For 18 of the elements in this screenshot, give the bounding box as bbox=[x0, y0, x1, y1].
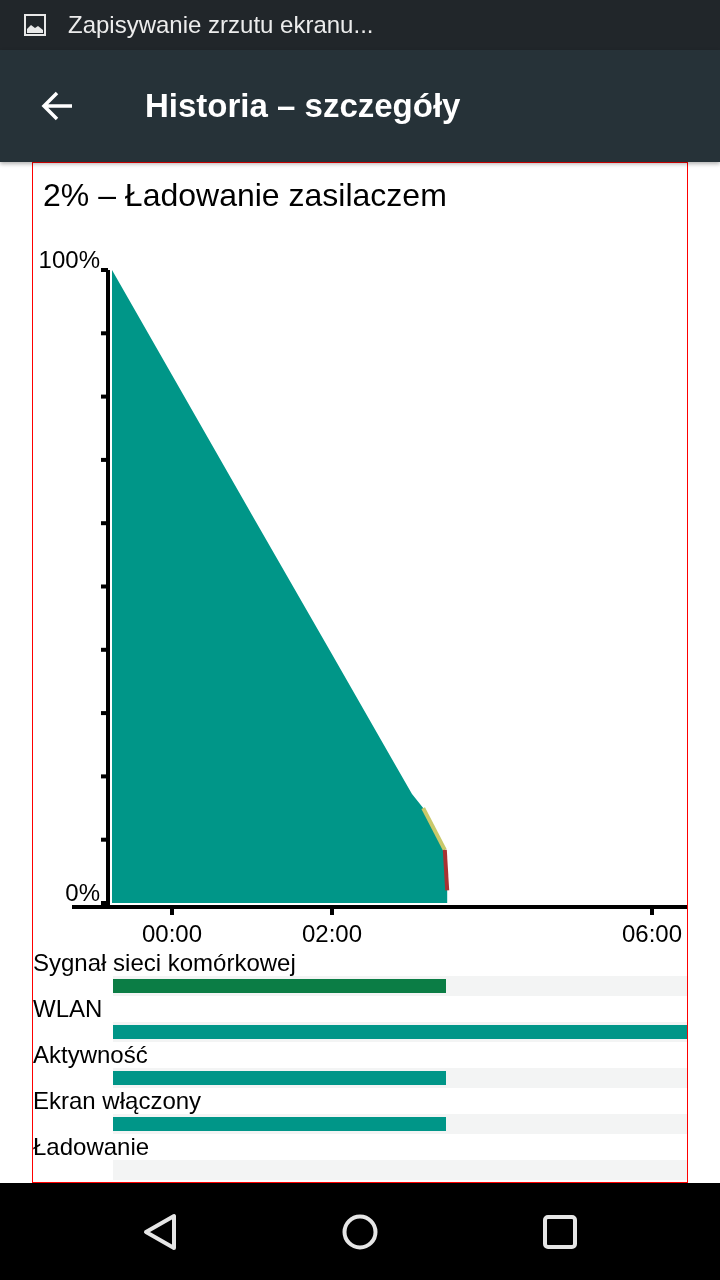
image-icon bbox=[24, 14, 46, 36]
back-arrow-icon bbox=[40, 89, 74, 123]
x-tick-label: 02:00 bbox=[301, 920, 363, 947]
battery-status-title: 2% – Ładowanie zasilaczem bbox=[42, 176, 448, 215]
back-icon bbox=[143, 1212, 177, 1251]
timeline-label: Ekran włączony bbox=[33, 1088, 203, 1114]
timeline-label: Ładowanie bbox=[33, 1134, 151, 1160]
y-tick-label: 0% bbox=[65, 879, 100, 906]
y-tick-label: 100% bbox=[38, 246, 100, 273]
screen-title: Historia – szczegóły bbox=[145, 86, 461, 127]
timeline-label: Sygnał sieci komórkowej bbox=[33, 950, 297, 976]
timeline-label: WLAN bbox=[33, 996, 104, 1022]
circle-icon bbox=[342, 1213, 378, 1250]
square-icon bbox=[543, 1214, 577, 1249]
notification-text: Zapisywanie zrzutu ekranu... bbox=[68, 10, 374, 40]
x-tick-label: 06:00 bbox=[621, 920, 683, 947]
timeline-label: Aktywność bbox=[33, 1042, 149, 1068]
x-tick-label: 00:00 bbox=[141, 920, 203, 947]
